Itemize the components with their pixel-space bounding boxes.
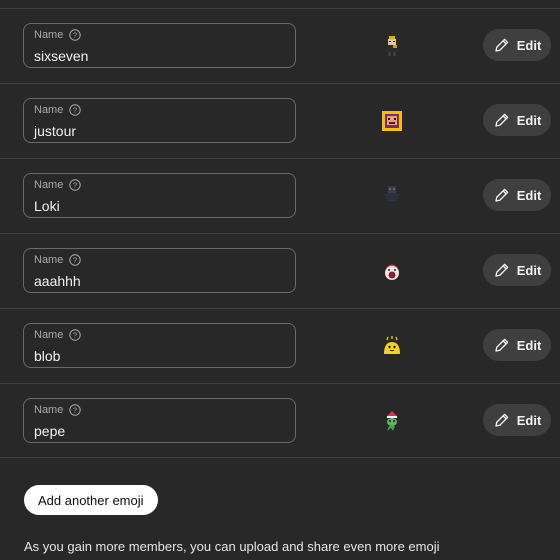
- field-label: Name: [34, 104, 64, 116]
- emoji-name-value[interactable]: Loki: [34, 198, 60, 214]
- screaming-face-emoji: [385, 264, 399, 280]
- field-label: Name: [34, 404, 64, 416]
- edit-button[interactable]: Edit: [483, 329, 551, 361]
- emoji-name-value[interactable]: sixseven: [34, 48, 88, 64]
- help-icon[interactable]: ?: [69, 29, 82, 41]
- edit-button[interactable]: Edit: [483, 29, 551, 61]
- svg-text:?: ?: [73, 31, 77, 40]
- help-icon[interactable]: ?: [69, 254, 82, 266]
- svg-text:?: ?: [73, 331, 77, 340]
- edit-button[interactable]: Edit: [483, 254, 551, 286]
- emoji-row: Name ? aaahhh Edit: [0, 233, 560, 308]
- edit-label: Edit: [516, 337, 542, 353]
- edit-button[interactable]: Edit: [483, 179, 551, 211]
- upload-limit-note: As you gain more members, you can upload…: [24, 539, 440, 554]
- help-icon[interactable]: ?: [69, 329, 82, 341]
- field-label-row: Name ?: [34, 29, 82, 41]
- emoji-name-field[interactable]: Name ? blob: [23, 323, 296, 368]
- green-frog-emoji: [387, 411, 397, 431]
- emoji-name-value[interactable]: justour: [34, 123, 76, 139]
- emoji-row: Name ? Loki Edit: [0, 158, 560, 233]
- svg-text:?: ?: [73, 181, 77, 190]
- pixel-character-emoji: [387, 36, 397, 56]
- field-label: Name: [34, 29, 64, 41]
- add-emoji-button[interactable]: Add another emoji: [24, 485, 158, 515]
- emoji-list: Name ? sixseven Edit Name ? justour Edit…: [0, 8, 560, 458]
- emoji-name-field[interactable]: Name ? justour: [23, 98, 296, 143]
- field-label-row: Name ?: [34, 104, 82, 116]
- yellow-pixel-face-emoji: [382, 111, 402, 131]
- dark-robot-emoji: [385, 186, 399, 206]
- edit-label: Edit: [516, 412, 542, 428]
- emoji-name-field[interactable]: Name ? sixseven: [23, 23, 296, 68]
- emoji-name-field[interactable]: Name ? aaahhh: [23, 248, 296, 293]
- emoji-name-field[interactable]: Name ? Loki: [23, 173, 296, 218]
- pencil-icon: [495, 188, 509, 202]
- edit-button[interactable]: Edit: [483, 104, 551, 136]
- field-label: Name: [34, 179, 64, 191]
- emoji-row: Name ? sixseven Edit: [0, 8, 560, 83]
- emoji-row: Name ? blob Edit: [0, 308, 560, 383]
- field-label: Name: [34, 254, 64, 266]
- edit-label: Edit: [516, 112, 542, 128]
- field-label-row: Name ?: [34, 254, 82, 266]
- field-label-row: Name ?: [34, 329, 82, 341]
- emoji-name-value[interactable]: pepe: [34, 423, 65, 439]
- pencil-icon: [495, 263, 509, 277]
- help-icon[interactable]: ?: [69, 179, 82, 191]
- pencil-icon: [495, 113, 509, 127]
- pencil-icon: [495, 338, 509, 352]
- edit-label: Edit: [516, 262, 542, 278]
- emoji-name-value[interactable]: aaahhh: [34, 273, 81, 289]
- svg-text:?: ?: [73, 106, 77, 115]
- pencil-icon: [495, 38, 509, 52]
- field-label-row: Name ?: [34, 179, 82, 191]
- field-label: Name: [34, 329, 64, 341]
- emoji-settings-panel: Name ? sixseven Edit Name ? justour Edit…: [0, 0, 560, 560]
- help-icon[interactable]: ?: [69, 104, 82, 116]
- field-label-row: Name ?: [34, 404, 82, 416]
- help-icon[interactable]: ?: [69, 404, 82, 416]
- yellow-blob-emoji: [384, 336, 400, 354]
- edit-button[interactable]: Edit: [483, 404, 551, 436]
- edit-label: Edit: [516, 37, 542, 53]
- emoji-row: Name ? pepe Edit: [0, 383, 560, 458]
- svg-text:?: ?: [73, 406, 77, 415]
- emoji-row: Name ? justour Edit: [0, 83, 560, 158]
- edit-label: Edit: [516, 187, 542, 203]
- emoji-name-field[interactable]: Name ? pepe: [23, 398, 296, 443]
- pencil-icon: [495, 413, 509, 427]
- svg-text:?: ?: [73, 256, 77, 265]
- emoji-name-value[interactable]: blob: [34, 348, 60, 364]
